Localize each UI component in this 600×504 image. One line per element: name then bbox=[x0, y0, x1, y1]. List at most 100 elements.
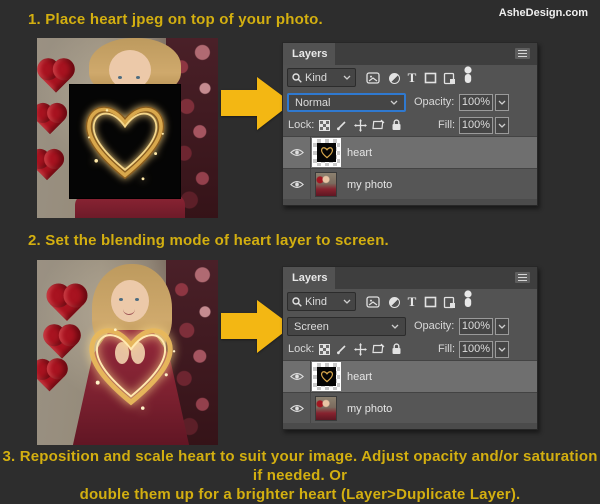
chevron-down-icon bbox=[391, 324, 399, 329]
lock-label: Lock: bbox=[288, 343, 315, 355]
fill-value-field[interactable]: 100% bbox=[459, 117, 493, 134]
smart-object-filter-icon[interactable] bbox=[441, 294, 457, 310]
lock-all-padlock-icon[interactable] bbox=[389, 118, 403, 132]
layer-name: heart bbox=[347, 146, 373, 159]
fill-label: Fill: bbox=[438, 343, 456, 355]
photo-layer-thumbnail[interactable] bbox=[315, 172, 337, 197]
lock-all-padlock-icon[interactable] bbox=[389, 342, 403, 356]
layers-panel-2: Layers Kind T Screen Opacity: 100% Lock:… bbox=[282, 266, 538, 430]
layer-name: heart bbox=[347, 370, 373, 383]
filter-toggle-icon[interactable] bbox=[460, 66, 476, 83]
heart-layer-thumbnail[interactable] bbox=[312, 362, 341, 391]
fill-label: Fill: bbox=[438, 119, 456, 131]
layer-row-my-photo[interactable]: my photo bbox=[283, 392, 537, 424]
lock-transparency-icon[interactable] bbox=[317, 118, 331, 132]
smart-object-filter-icon[interactable] bbox=[441, 70, 457, 86]
lock-transparency-icon[interactable] bbox=[317, 342, 331, 356]
girl-dress bbox=[75, 195, 185, 218]
filter-row: Kind T bbox=[283, 65, 537, 91]
shape-layer-filter-icon[interactable] bbox=[422, 70, 438, 86]
watermark-text: AsheDesign.com bbox=[498, 7, 588, 19]
girl-face bbox=[111, 280, 149, 322]
tutorial-photo-1 bbox=[37, 38, 218, 218]
step3-line2: double them up for a brighter heart (Lay… bbox=[79, 486, 521, 503]
visibility-eye-icon[interactable] bbox=[283, 169, 311, 200]
adjustment-layer-filter-icon[interactable] bbox=[386, 70, 402, 86]
panel-footer bbox=[283, 199, 537, 205]
step3-heading: 3. Reposition and scale heart to suit yo… bbox=[0, 447, 600, 504]
panel-menu-icon[interactable] bbox=[515, 272, 530, 283]
lock-paint-brush-icon[interactable] bbox=[335, 342, 349, 356]
tutorial-photo-2 bbox=[37, 260, 218, 445]
blend-mode-dropdown[interactable]: Normal bbox=[287, 93, 406, 112]
girl-eye bbox=[135, 298, 139, 301]
lock-label: Lock: bbox=[288, 119, 315, 131]
search-icon bbox=[292, 296, 302, 307]
layers-list: heart my photo bbox=[283, 136, 537, 200]
blend-mode-value: Normal bbox=[295, 96, 331, 109]
layer-name: my photo bbox=[347, 402, 393, 415]
step1-heading: 1. Place heart jpeg on top of your photo… bbox=[28, 11, 323, 28]
filter-toggle-icon[interactable] bbox=[460, 290, 476, 307]
heart-jpeg-overlay bbox=[70, 85, 180, 198]
pixel-layer-filter-icon[interactable] bbox=[365, 70, 381, 86]
heart-layer-thumbnail[interactable] bbox=[312, 138, 341, 167]
girl-face bbox=[109, 50, 151, 90]
panel-menu-icon[interactable] bbox=[515, 48, 530, 59]
lock-position-move-icon[interactable] bbox=[353, 118, 367, 132]
lock-row: Lock: Fill: 100% bbox=[283, 339, 537, 360]
opacity-value-field[interactable]: 100% bbox=[459, 94, 493, 111]
pixel-layer-filter-icon[interactable] bbox=[365, 294, 381, 310]
visibility-eye-icon[interactable] bbox=[283, 361, 311, 392]
layers-panel-1: Layers Kind T Normal Opacity: 100% Lock:… bbox=[282, 42, 538, 206]
girl-eye bbox=[119, 298, 123, 301]
gold-heart-overlay-icon bbox=[89, 328, 176, 410]
layer-row-my-photo[interactable]: my photo bbox=[283, 168, 537, 200]
opacity-label: Opacity: bbox=[414, 320, 455, 332]
girl-smile bbox=[123, 308, 135, 315]
filter-kind-dropdown[interactable]: Kind bbox=[287, 68, 356, 87]
adjustment-layer-filter-icon[interactable] bbox=[386, 294, 402, 310]
step2-heading: 2. Set the blending mode of heart layer … bbox=[28, 232, 389, 249]
opacity-value-field[interactable]: 100% bbox=[459, 318, 493, 335]
blend-mode-value: Screen bbox=[294, 320, 329, 333]
fill-dropdown-icon[interactable] bbox=[495, 341, 509, 358]
filter-kind-label: Kind bbox=[305, 71, 328, 84]
opacity-dropdown-icon[interactable] bbox=[495, 318, 509, 335]
fill-value-field[interactable]: 100% bbox=[459, 341, 493, 358]
girl-eye bbox=[118, 76, 122, 79]
gold-heart-icon bbox=[85, 106, 165, 181]
filter-kind-dropdown[interactable]: Kind bbox=[287, 292, 356, 311]
panel-tab-bar: Layers bbox=[283, 267, 537, 289]
fill-dropdown-icon[interactable] bbox=[495, 117, 509, 134]
photo-layer-thumbnail[interactable] bbox=[315, 396, 337, 421]
girl-eye bbox=[136, 76, 140, 79]
lock-artboard-icon[interactable] bbox=[371, 342, 385, 356]
visibility-eye-icon[interactable] bbox=[283, 137, 311, 168]
lock-position-move-icon[interactable] bbox=[353, 342, 367, 356]
chevron-down-icon bbox=[343, 299, 351, 304]
shape-layer-filter-icon[interactable] bbox=[422, 294, 438, 310]
type-layer-filter-icon[interactable]: T bbox=[404, 70, 420, 86]
layers-list: heart my photo bbox=[283, 360, 537, 424]
lock-row: Lock: Fill: 100% bbox=[283, 115, 537, 136]
lock-paint-brush-icon[interactable] bbox=[335, 118, 349, 132]
type-layer-filter-icon[interactable]: T bbox=[404, 294, 420, 310]
panel-tab-bar: Layers bbox=[283, 43, 537, 65]
layers-tab[interactable]: Layers bbox=[283, 43, 335, 65]
panel-footer bbox=[283, 423, 537, 429]
opacity-label: Opacity: bbox=[414, 96, 455, 108]
opacity-dropdown-icon[interactable] bbox=[495, 94, 509, 111]
step3-line1: 3. Reposition and scale heart to suit yo… bbox=[2, 448, 598, 484]
visibility-eye-icon[interactable] bbox=[283, 393, 311, 424]
blend-row: Screen Opacity: 100% bbox=[283, 315, 537, 339]
blend-row: Normal Opacity: 100% bbox=[283, 91, 537, 115]
lock-artboard-icon[interactable] bbox=[371, 118, 385, 132]
blend-mode-dropdown[interactable]: Screen bbox=[287, 317, 406, 336]
layer-row-heart[interactable]: heart bbox=[283, 360, 537, 392]
layer-row-heart[interactable]: heart bbox=[283, 136, 537, 168]
chevron-down-icon bbox=[343, 75, 351, 80]
layers-tab[interactable]: Layers bbox=[283, 267, 335, 289]
filter-kind-label: Kind bbox=[305, 295, 328, 308]
filter-row: Kind T bbox=[283, 289, 537, 315]
